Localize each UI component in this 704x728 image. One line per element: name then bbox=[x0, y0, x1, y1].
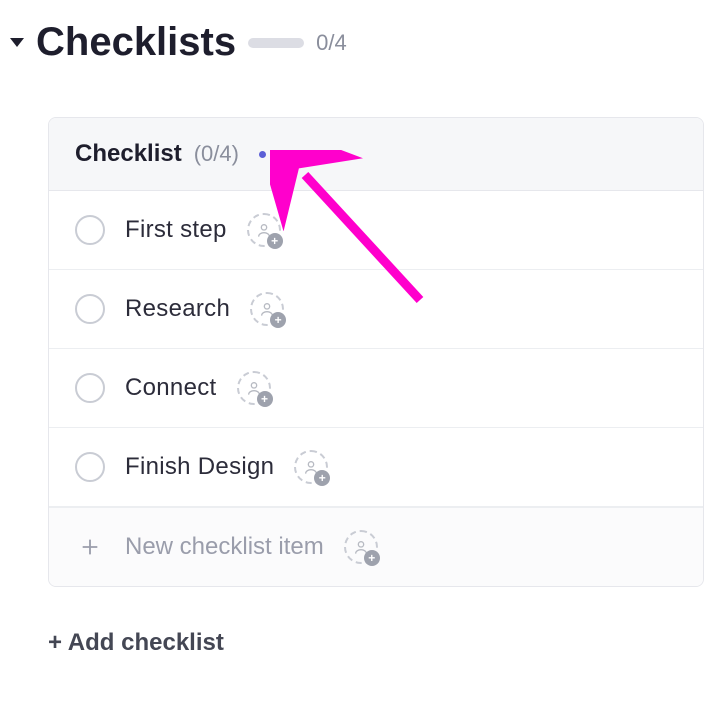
checklist-item-row[interactable]: First step + bbox=[49, 191, 703, 270]
item-checkbox[interactable] bbox=[75, 452, 105, 482]
section-title: Checklists bbox=[36, 20, 236, 65]
checklist-item-row[interactable]: Research + bbox=[49, 270, 703, 349]
item-checkbox[interactable] bbox=[75, 373, 105, 403]
caret-down-icon[interactable] bbox=[10, 38, 24, 47]
checklist-card: Checklist (0/4) First step + Research + … bbox=[48, 117, 704, 587]
item-label: Connect bbox=[125, 374, 217, 402]
item-label: First step bbox=[125, 216, 227, 244]
section-header: Checklists 0/4 bbox=[0, 20, 704, 65]
item-checkbox[interactable] bbox=[75, 294, 105, 324]
item-label: Finish Design bbox=[125, 453, 274, 481]
new-item-row[interactable]: New checklist item + bbox=[49, 507, 703, 586]
assign-user-button[interactable]: + bbox=[237, 371, 271, 405]
checklist-item-row[interactable]: Finish Design + bbox=[49, 428, 703, 507]
more-options-button[interactable] bbox=[255, 147, 294, 162]
assign-user-button[interactable]: + bbox=[250, 292, 284, 326]
plus-badge-icon: + bbox=[364, 550, 380, 566]
progress-bar bbox=[248, 38, 304, 48]
assign-user-button[interactable]: + bbox=[247, 213, 281, 247]
plus-badge-icon: + bbox=[314, 470, 330, 486]
item-checkbox[interactable] bbox=[75, 215, 105, 245]
new-item-placeholder: New checklist item bbox=[125, 533, 324, 561]
add-checklist-button[interactable]: + Add checklist bbox=[48, 629, 224, 657]
checklist-item-row[interactable]: Connect + bbox=[49, 349, 703, 428]
checklist-count: (0/4) bbox=[194, 141, 239, 167]
plus-badge-icon: + bbox=[270, 312, 286, 328]
assign-user-button[interactable]: + bbox=[344, 530, 378, 564]
checklist-header: Checklist (0/4) bbox=[49, 118, 703, 191]
item-label: Research bbox=[125, 295, 230, 323]
checklist-title: Checklist bbox=[75, 140, 182, 168]
plus-badge-icon: + bbox=[267, 233, 283, 249]
plus-badge-icon: + bbox=[257, 391, 273, 407]
plus-icon bbox=[75, 532, 105, 562]
assign-user-button[interactable]: + bbox=[294, 450, 328, 484]
progress-text: 0/4 bbox=[316, 30, 347, 56]
